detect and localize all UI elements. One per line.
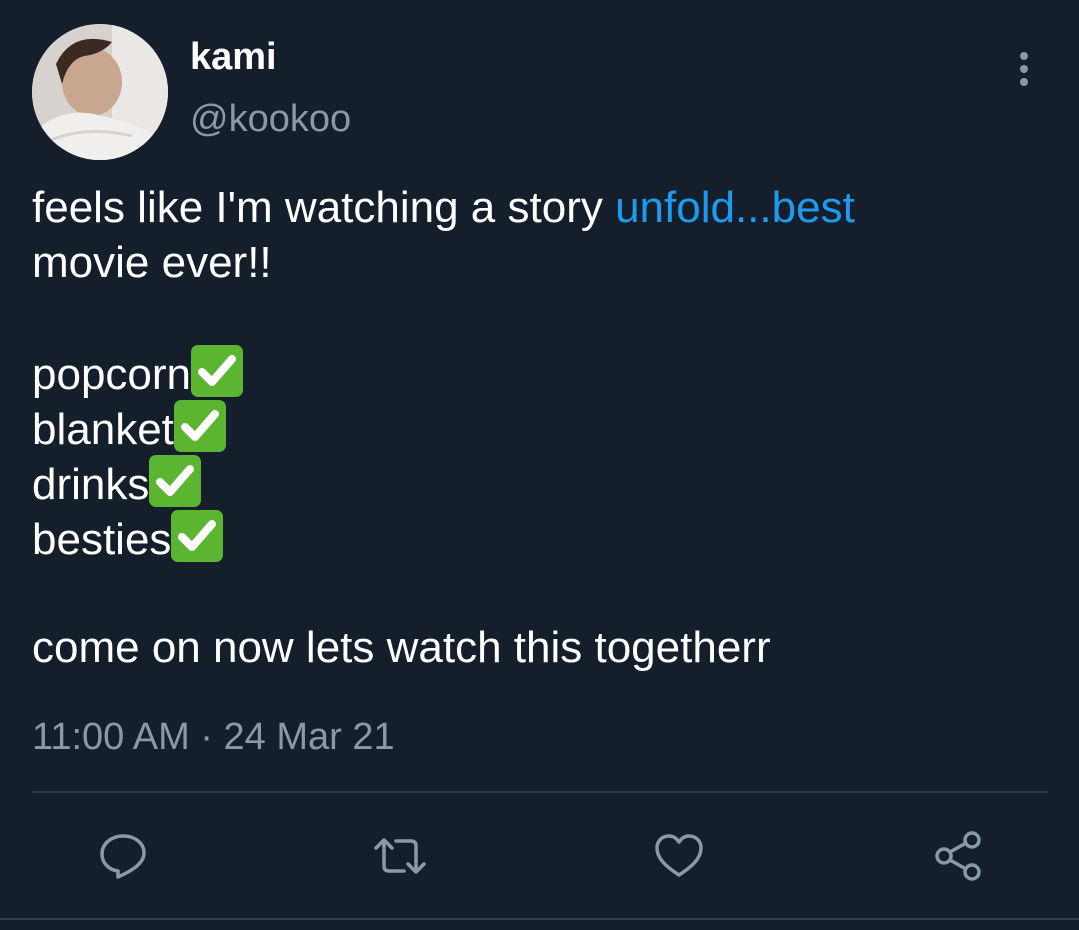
divider (32, 791, 1048, 793)
more-dot-icon (1020, 65, 1028, 73)
list-item: besties (32, 510, 1042, 565)
check-mark-icon (173, 400, 226, 452)
tweet-closing-line: come on now lets watch this togetherr (32, 623, 771, 672)
tweet-text: feels like I'm watching a story unfold..… (32, 180, 1042, 675)
avatar-photo (32, 24, 168, 160)
share-button[interactable] (930, 828, 986, 884)
list-item-label: blanket (32, 405, 174, 454)
list-item-label: besties (32, 515, 172, 564)
reply-button[interactable] (95, 828, 151, 884)
list-item: popcorn (32, 345, 1042, 400)
heart-icon (655, 834, 703, 877)
retweet-button[interactable] (372, 828, 428, 884)
tweet-line-2: movie ever!! (32, 238, 272, 287)
divider (0, 918, 1079, 920)
list-item: drinks (32, 455, 1042, 510)
display-name[interactable]: kami (190, 34, 277, 80)
check-mark-icon (191, 345, 244, 397)
check-mark-icon (149, 455, 202, 507)
tweet-link[interactable]: unfold...best (615, 183, 855, 232)
tweet-line-1: feels like I'm watching a story unfold..… (32, 180, 1042, 235)
tweet-timestamp[interactable]: 11:00 AM · 24 Mar 21 (32, 712, 395, 762)
tweet-text-segment: feels like I'm watching a story (32, 183, 616, 232)
like-button[interactable] (651, 828, 707, 884)
more-options-button[interactable] (1006, 46, 1042, 92)
list-item-label: drinks (32, 460, 150, 509)
reply-icon (100, 834, 146, 879)
tweet-card: kami @kookoo feels like I'm watching a s… (0, 0, 1079, 930)
check-mark-icon (171, 510, 224, 562)
avatar[interactable] (32, 24, 168, 160)
retweet-icon (374, 838, 426, 874)
share-icon (935, 831, 981, 881)
more-dot-icon (1020, 78, 1028, 86)
list-item-label: popcorn (32, 350, 192, 399)
user-handle[interactable]: @kookoo (190, 96, 351, 142)
more-dot-icon (1020, 52, 1028, 60)
list-item: blanket (32, 400, 1042, 455)
